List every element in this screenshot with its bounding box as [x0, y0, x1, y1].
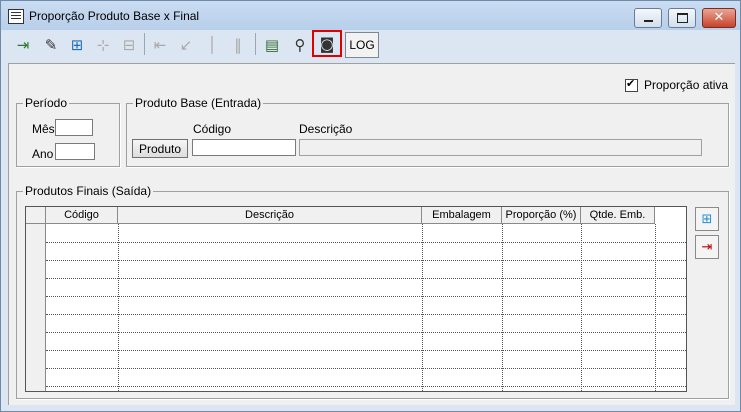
column-divider	[422, 224, 423, 391]
column-divider	[581, 224, 582, 391]
produtos-finais-grid[interactable]: Código Descrição Embalagem Proporção (%)…	[25, 206, 687, 392]
add-icon: ⊞	[70, 35, 84, 54]
last-disabled-icon: ‖	[234, 35, 242, 54]
column-divider	[502, 224, 503, 391]
column-header-descricao[interactable]: Descrição	[118, 207, 422, 224]
exit-icon: ⇥	[16, 35, 30, 54]
maximize-button[interactable]	[668, 8, 696, 28]
table-row[interactable]	[46, 332, 686, 333]
proporcao-ativa-checkbox[interactable]: ✔ Proporção ativa	[625, 76, 729, 92]
descricao-label: Descrição	[299, 122, 353, 136]
mes-input[interactable]	[55, 119, 93, 136]
remove-row-icon: ⇥	[701, 239, 713, 255]
edit-button[interactable]: ✎	[38, 32, 64, 57]
checkmark-icon: ✔	[626, 76, 636, 90]
add-button[interactable]: ⊞	[64, 32, 90, 57]
remove-disabled-icon: ⊟	[122, 35, 136, 54]
ano-label: Ano	[32, 147, 54, 161]
toolbar-separator	[255, 33, 256, 55]
codigo-label: Código	[193, 122, 232, 136]
minimize-icon	[644, 20, 653, 22]
table-row[interactable]	[46, 296, 686, 297]
table-row[interactable]	[46, 386, 686, 387]
checkbox-box[interactable]: ✔	[625, 76, 638, 92]
next-disabled-icon: │	[207, 35, 217, 54]
codigo-input[interactable]	[192, 139, 296, 156]
first-button[interactable]: ⇤	[147, 32, 173, 57]
grid-corner-header	[26, 207, 46, 224]
column-header-qtde-emb[interactable]: Qtde. Emb.	[581, 207, 655, 224]
toolbar: ⇥ ✎ ⊞ ⊹ ⊟ ⇤ ↙ │ ‖ ▤ ⚲ ◙ LOG	[8, 30, 734, 60]
minimize-button[interactable]	[634, 8, 662, 28]
next-button[interactable]: │	[199, 32, 225, 57]
table-row[interactable]	[46, 368, 686, 369]
add-row-button[interactable]: ⊞	[695, 207, 719, 231]
row-selector-column[interactable]	[26, 224, 46, 391]
produtos-finais-legend: Produtos Finais (Saída)	[25, 184, 152, 198]
camera-button[interactable]: ◙	[312, 30, 342, 57]
log-button[interactable]: LOG	[345, 32, 379, 58]
main-window: Proporção Produto Base x Final ✕ ⇥ ✎ ⊞ ⊹…	[0, 0, 741, 412]
list-button[interactable]: ▤	[259, 32, 285, 57]
produto-base-legend: Produto Base (Entrada)	[135, 96, 262, 110]
periodo-legend: Período	[25, 96, 68, 110]
column-header-embalagem[interactable]: Embalagem	[422, 207, 502, 224]
insert-disabled-icon: ⊹	[96, 35, 110, 54]
column-divider	[118, 224, 119, 391]
search-icon: ⚲	[294, 35, 306, 54]
table-row[interactable]	[46, 350, 686, 351]
prev-disabled-icon: ↙	[179, 35, 193, 54]
table-row[interactable]	[46, 278, 686, 279]
descricao-input	[299, 139, 702, 156]
close-icon: ✕	[713, 10, 725, 25]
remove-button[interactable]: ⊟	[116, 32, 142, 57]
prev-button[interactable]: ↙	[173, 32, 199, 57]
toolbar-separator	[144, 33, 145, 55]
table-row[interactable]	[46, 314, 686, 315]
window-icon	[8, 9, 24, 24]
form-panel: ✔ Proporção ativa Período Mês Ano Produt…	[8, 63, 735, 405]
camera-icon: ◙	[319, 34, 335, 53]
edit-icon: ✎	[44, 35, 58, 54]
table-row[interactable]	[46, 260, 686, 261]
remove-row-button[interactable]: ⇥	[695, 235, 719, 259]
list-icon: ▤	[264, 35, 280, 54]
mes-label: Mês	[32, 122, 55, 136]
first-disabled-icon: ⇤	[153, 35, 167, 54]
search-button[interactable]: ⚲	[287, 32, 313, 57]
ano-input[interactable]	[55, 143, 95, 160]
add-row-icon: ⊞	[701, 211, 713, 227]
column-divider	[655, 224, 656, 391]
last-button[interactable]: ‖	[225, 32, 251, 57]
column-header-codigo[interactable]: Código	[46, 207, 118, 224]
close-button[interactable]: ✕	[702, 8, 736, 28]
insert-button[interactable]: ⊹	[90, 32, 116, 57]
table-row[interactable]	[46, 242, 686, 243]
exit-button[interactable]: ⇥	[10, 32, 36, 57]
maximize-icon	[677, 13, 688, 23]
produto-button[interactable]: Produto	[132, 139, 188, 158]
window-title: Proporção Produto Base x Final	[29, 9, 200, 23]
title-bar[interactable]: Proporção Produto Base x Final ✕	[1, 1, 740, 30]
proporcao-ativa-label: Proporção ativa	[644, 78, 729, 92]
column-header-proporcao[interactable]: Proporção (%)	[502, 207, 581, 224]
